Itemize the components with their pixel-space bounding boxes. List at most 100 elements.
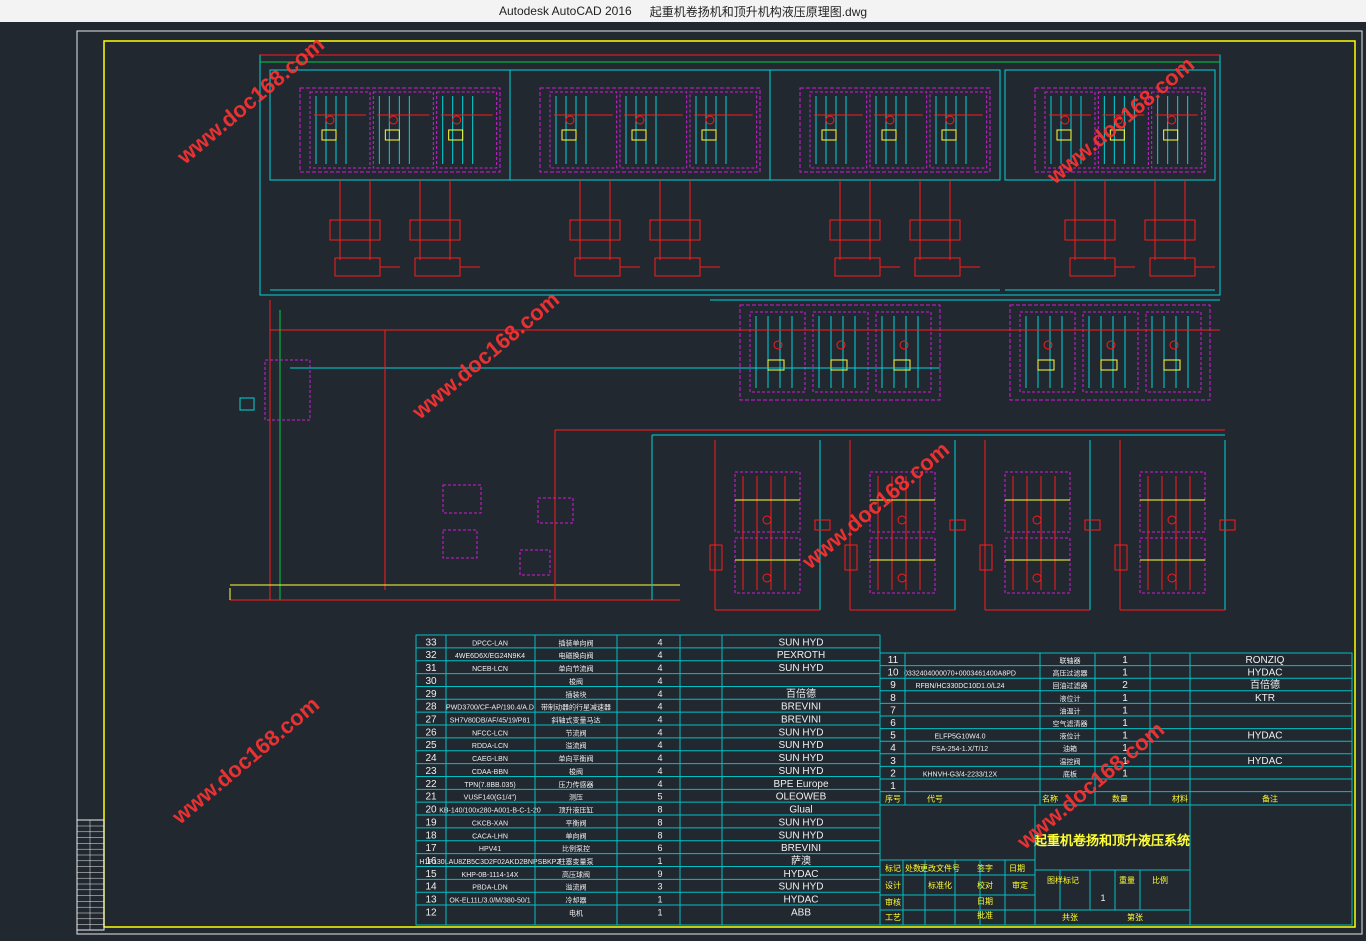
cell-qty: 4 (657, 702, 662, 712)
cell-code: PBDA-LDN (472, 885, 507, 892)
window-title-bar: Autodesk AutoCAD 2016 起重机卷扬机和顶升机构液压原理图.d… (0, 0, 1366, 22)
solenoid-symbol (941, 129, 957, 141)
tb-qty-value: 1 (1100, 893, 1105, 903)
middle-valve-block-2 (1009, 304, 1211, 401)
valve-symbol (1032, 515, 1042, 525)
valve-symbol (1060, 115, 1070, 125)
cell-code: KHNVH-G3/4-2233/12X (923, 771, 998, 778)
cell-qty: 4 (657, 715, 662, 725)
cell-name: 油温计 (1060, 706, 1081, 715)
title-block-label: 日期 (977, 897, 993, 906)
cell-code: CKCB-XAN (472, 820, 508, 827)
cell-name: 高压过滤器 (1053, 669, 1088, 678)
cell-name: 柱塞变量泵 (559, 857, 594, 866)
cell-no: 21 (425, 792, 437, 803)
cell-qty: 1 (1122, 668, 1128, 679)
cell-no: 32 (425, 650, 437, 661)
cell-maker: 百倍德 (1250, 678, 1280, 691)
title-block-label: 审定 (1012, 880, 1028, 890)
cell-qty: 4 (657, 779, 662, 789)
cell-qty: 4 (657, 650, 662, 660)
lift-valve-block-lower (734, 537, 801, 594)
lift-valve-block-lower (1139, 537, 1206, 594)
cell-name: 测压 (569, 794, 583, 802)
actuator-symbol (414, 257, 461, 277)
valve-symbol (1169, 340, 1179, 350)
cell-code: HPV41 (479, 846, 501, 853)
cell-qty: 4 (657, 727, 662, 737)
side-strip-outline (76, 819, 105, 931)
cylinder-symbol (909, 219, 961, 241)
watermark-text: www.doc168.com (166, 692, 324, 830)
solenoid-symbol (321, 129, 337, 141)
check-valve-symbol (949, 519, 966, 531)
cell-qty: 4 (657, 689, 662, 699)
cell-no: 31 (425, 663, 437, 674)
cell-code: CAEG-LBN (472, 756, 508, 763)
title-block-label: 共张 (1062, 913, 1078, 922)
cell-maker: SUN HYD (778, 766, 823, 777)
cylinder-symbol (1144, 219, 1196, 241)
valve-cell (812, 311, 869, 393)
cell-name: 溢流阀 (566, 741, 587, 750)
cell-name: 油箱 (1063, 744, 1077, 753)
cell-code: CACA-LHN (472, 833, 508, 840)
cell-code: PWD3700/CF-AP/190.4/A.D (446, 705, 534, 712)
cell-name: 比例泵控 (562, 844, 590, 853)
cell-qty: 1 (1122, 718, 1128, 729)
title-block-label: 重量 (1119, 875, 1135, 885)
valve-symbol (885, 115, 895, 125)
cell-no: 30 (425, 676, 437, 687)
cell-no: 5 (890, 731, 896, 742)
cell-name: 平衡阀 (566, 818, 587, 827)
cell-maker: 百倍德 (786, 687, 816, 700)
valve-symbol (1043, 340, 1053, 350)
cell-code: KB-140/100x280-A001-B-C-1-20 (439, 808, 541, 815)
solenoid-symbol (1056, 129, 1072, 141)
cell-name: 冷却器 (566, 896, 587, 905)
cell-code: FSA-254-1.X/T/12 (932, 746, 989, 753)
cell-code: H1P130LAU8ZB5C3D2F02AKD2BNPSBKPZ (419, 859, 561, 866)
cell-code: NCEB-LCN (472, 666, 508, 673)
cell-maker: HYDAC (783, 869, 818, 880)
cell-no: 25 (425, 740, 437, 751)
cell-qty: 4 (657, 740, 662, 750)
manifold-outline (509, 69, 771, 181)
solenoid-symbol (448, 129, 464, 141)
main-circuit-outline (259, 54, 1221, 296)
title-block-label: 第张 (1127, 912, 1143, 922)
solenoid-symbol (1163, 359, 1181, 371)
valve-cell (1082, 311, 1139, 393)
valve-cell (549, 91, 618, 169)
actuator-symbol (834, 257, 881, 277)
cell-name: 单向平衡阀 (559, 754, 594, 763)
title-block-label: 日期 (1009, 864, 1025, 873)
parts-list-table: 33 DPCC-LAN 插装单向阀 4 SUN HYD32 4WE6D6X/EG24N9K… (415, 634, 1353, 926)
valve-symbol (897, 573, 907, 583)
solenoid-symbol (1100, 359, 1118, 371)
cell-no: 20 (425, 805, 437, 816)
title-block-label: 标准化 (928, 880, 952, 890)
cell-code: CDAA-BBN (472, 769, 508, 776)
cell-maker: SUN HYD (778, 727, 823, 738)
valve-symbol (836, 340, 846, 350)
cell-qty: 2 (1122, 680, 1128, 691)
title-block-label: 更改文件号 (920, 863, 960, 873)
cell-no: 29 (425, 689, 437, 700)
cell-name: 空气滤清器 (1053, 719, 1088, 728)
valve-symbol (762, 573, 772, 583)
solenoid-symbol (881, 129, 897, 141)
cell-maker: BPE Europe (773, 779, 828, 790)
drawing-canvas[interactable]: 33 DPCC-LAN 插装单向阀 4 SUN HYD32 4WE6D6X/EG24N9K… (0, 22, 1366, 941)
cell-maker: KTR (1255, 693, 1275, 704)
title-block-label: 批准 (977, 910, 993, 920)
cell-code: KHP-0B-1114-14X (462, 872, 519, 879)
watermark-text: www.doc168.com (171, 32, 329, 170)
cell-no: 10 (887, 668, 899, 679)
cell-qty: 9 (657, 869, 662, 879)
manifold-outline (269, 69, 511, 181)
cell-maker: 萨澳 (791, 854, 811, 867)
title-block-label: 校对 (977, 880, 993, 890)
cell-name: 回油过滤器 (1053, 681, 1088, 690)
cell-name: 压力传感器 (559, 780, 594, 789)
